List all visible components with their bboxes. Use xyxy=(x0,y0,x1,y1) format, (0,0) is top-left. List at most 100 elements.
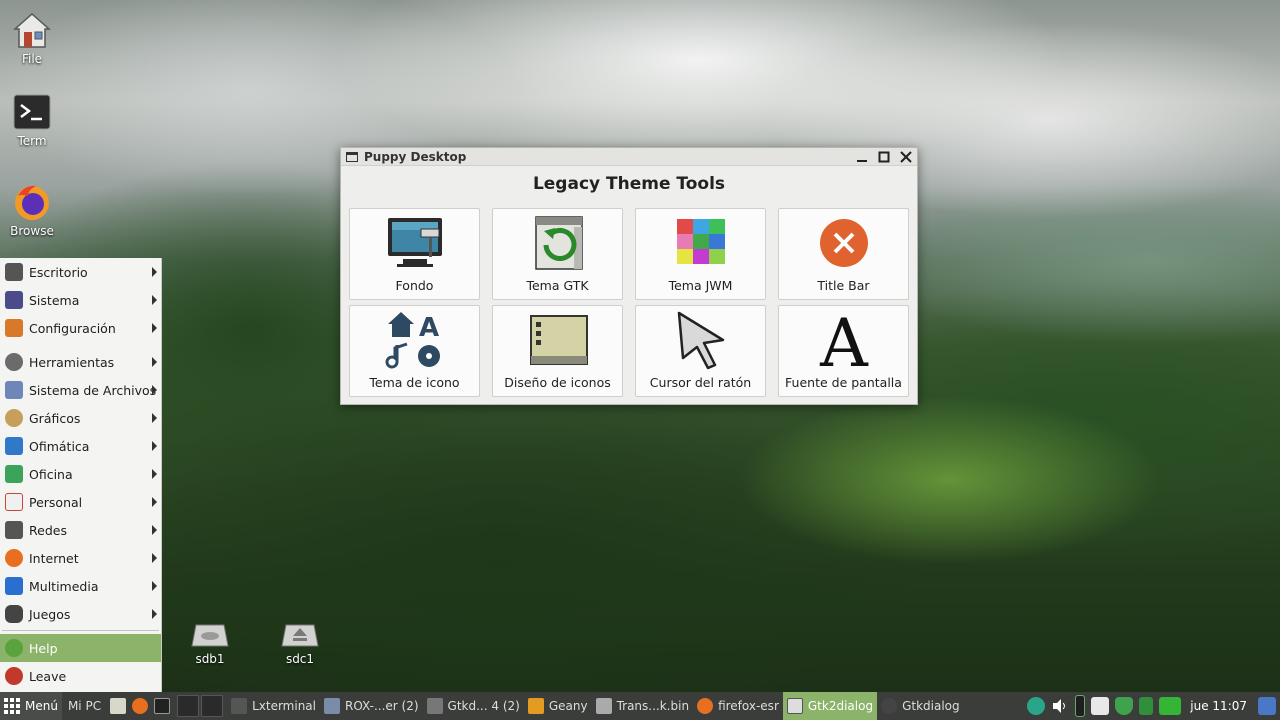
tile-cursor-del-raton[interactable]: Cursor del ratón xyxy=(635,305,766,397)
menu-item-personal[interactable]: Personal xyxy=(0,488,161,516)
display-icon[interactable] xyxy=(1159,697,1182,715)
menu-item-leave[interactable]: Leave xyxy=(0,662,161,690)
close-button[interactable] xyxy=(895,148,917,166)
menu-item-label: Juegos xyxy=(29,606,71,622)
firefox-icon xyxy=(15,185,49,220)
desktop-icon-browse[interactable]: Browse xyxy=(0,182,64,238)
desktop-icon-label: Term xyxy=(17,134,47,148)
settings-icon[interactable] xyxy=(1258,697,1276,715)
desktop-icon-drive-sdc1[interactable]: sdc1 xyxy=(268,622,332,666)
task-firefox-esr[interactable]: firefox-esr xyxy=(693,692,783,720)
battery-icon[interactable] xyxy=(1075,695,1086,717)
file-manager-icon xyxy=(110,698,127,714)
play-icon xyxy=(5,577,23,595)
tile-diseno-de-iconos[interactable]: Diseño de iconos xyxy=(492,305,623,397)
theme-tools-grid: Fondo Tema GTK Tema JWM Title Bar A Tema… xyxy=(349,208,909,397)
menu-item-ofimatica[interactable]: Ofimática xyxy=(0,432,161,460)
gtk-theme-icon xyxy=(534,216,583,270)
network-tray-icon[interactable] xyxy=(1027,697,1046,715)
taskbar-mypc[interactable]: Mi PC xyxy=(62,692,107,720)
desktop-icon-terminal[interactable]: Term xyxy=(0,92,64,148)
tile-tema-jwm[interactable]: Tema JWM xyxy=(635,208,766,300)
menu-item-escritorio[interactable]: Escritorio xyxy=(0,258,161,286)
icon-theme-icon: A xyxy=(385,312,440,369)
tile-tema-de-icono[interactable]: A Tema de icono xyxy=(349,305,480,397)
menu-item-oficina[interactable]: Oficina xyxy=(0,460,161,488)
tile-label: Fuente de pantalla xyxy=(785,375,902,390)
task-lxterminal[interactable]: Lxterminal xyxy=(227,692,320,720)
menu-item-label: Oficina xyxy=(29,466,73,482)
gear-icon xyxy=(5,353,23,371)
writer-icon xyxy=(5,437,23,455)
menu-item-configuracion[interactable]: Configuración xyxy=(0,314,161,342)
tile-label: Title Bar xyxy=(817,278,870,293)
menu-item-help[interactable]: Help xyxy=(0,634,161,662)
workspace-2[interactable] xyxy=(201,695,224,717)
task-trans-bin[interactable]: Trans...k.bin xyxy=(592,692,693,720)
tile-title-bar[interactable]: Title Bar xyxy=(778,208,909,300)
task-label: Gtkdialog xyxy=(902,699,960,713)
task-gtk2dialog[interactable]: Gtk2dialog xyxy=(782,692,878,720)
terminal-icon xyxy=(231,698,248,714)
chevron-right-icon xyxy=(152,581,157,591)
terminal-icon xyxy=(13,94,51,130)
chevron-right-icon xyxy=(152,553,157,563)
task-gtkdialog-group[interactable]: Gtkd... 4 (2) xyxy=(423,692,524,720)
power-icon xyxy=(5,667,23,685)
menu-item-juegos[interactable]: Juegos xyxy=(0,600,161,628)
task-gtkdialog[interactable]: Gtkdialog xyxy=(877,692,964,720)
tile-label: Tema GTK xyxy=(526,278,589,293)
gamepad-icon xyxy=(5,605,23,623)
monitor-icon xyxy=(5,291,23,309)
minimize-button[interactable] xyxy=(851,148,873,166)
puppy-desktop-window: Puppy Desktop Legacy Theme Tools Fondo T… xyxy=(340,147,918,405)
geany-icon xyxy=(527,698,544,714)
x-icon xyxy=(5,263,23,281)
taskbar: Menú Mi PC Lxterminal ROX-...er (2) Gtkd… xyxy=(0,692,1280,720)
tile-label: Cursor del ratón xyxy=(649,375,752,390)
menu-item-label: Personal xyxy=(29,494,83,510)
volume-icon[interactable] xyxy=(1051,697,1069,715)
tile-tema-gtk[interactable]: Tema GTK xyxy=(492,208,623,300)
tile-fuente-de-pantalla[interactable]: A Fuente de pantalla xyxy=(778,305,909,397)
shield-icon[interactable] xyxy=(1115,697,1134,715)
menu-item-graficos[interactable]: Gráficos xyxy=(0,404,161,432)
maximize-button[interactable] xyxy=(873,148,895,166)
clipboard-icon[interactable] xyxy=(1091,697,1110,715)
chevron-right-icon xyxy=(152,323,157,333)
taskbar-menu-button[interactable]: Menú xyxy=(0,692,62,720)
quicklaunch-browser[interactable] xyxy=(129,692,151,720)
calendar-icon xyxy=(5,493,23,511)
window-icon xyxy=(786,698,803,714)
menu-item-herramientas[interactable]: Herramientas xyxy=(0,348,161,376)
menu-item-redes[interactable]: Redes xyxy=(0,516,161,544)
storage-icon[interactable] xyxy=(1139,697,1154,715)
menu-item-internet[interactable]: Internet xyxy=(0,544,161,572)
workspace-1[interactable] xyxy=(177,695,200,717)
svg-text:A: A xyxy=(819,310,869,370)
task-geany[interactable]: Geany xyxy=(524,692,592,720)
menu-item-multimedia[interactable]: Multimedia xyxy=(0,572,161,600)
camera-icon xyxy=(426,698,443,714)
menu-item-label: Escritorio xyxy=(29,264,88,280)
apps-grid-icon xyxy=(4,698,20,714)
task-rox-filer[interactable]: ROX-...er (2) xyxy=(320,692,423,720)
menu-separator xyxy=(2,630,159,631)
window-titlebar[interactable]: Puppy Desktop xyxy=(341,148,917,166)
menu-item-label: Redes xyxy=(29,522,67,538)
menu-item-sistema[interactable]: Sistema xyxy=(0,286,161,314)
workspace-pager[interactable] xyxy=(173,692,227,720)
quicklaunch-terminal[interactable] xyxy=(151,692,173,720)
quicklaunch-file-manager[interactable] xyxy=(107,692,129,720)
cursor-icon xyxy=(677,311,724,370)
desktop-icon-file[interactable]: File xyxy=(0,10,64,66)
desktop-icon-drive-sdb1[interactable]: sdb1 xyxy=(178,622,242,666)
task-label: ROX-...er (2) xyxy=(345,699,419,713)
task-label: Gtk2dialog xyxy=(807,699,874,713)
firefox-icon xyxy=(132,698,149,714)
tile-label: Fondo xyxy=(395,278,434,293)
menu-item-sistema-de-archivos[interactable]: Sistema de Archivos xyxy=(0,376,161,404)
minimize-icon xyxy=(857,159,867,162)
tile-fondo[interactable]: Fondo xyxy=(349,208,480,300)
clock[interactable]: jue 11:07 xyxy=(1190,699,1247,713)
